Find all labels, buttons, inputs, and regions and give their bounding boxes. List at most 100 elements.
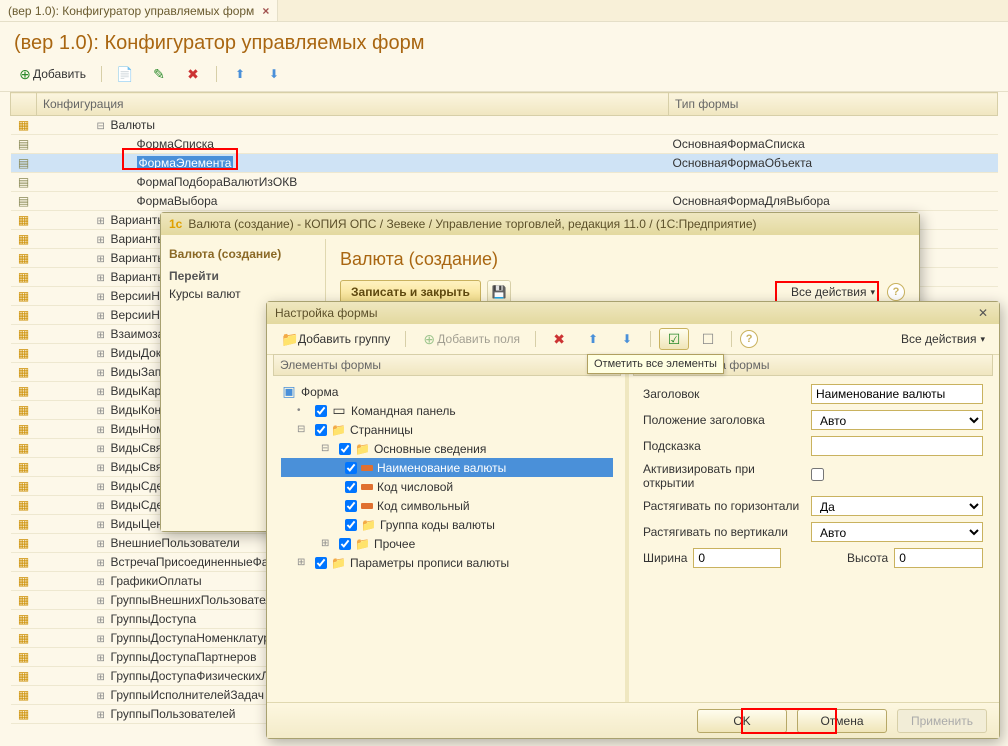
tree-checkbox[interactable]: [345, 462, 357, 474]
move-up-button[interactable]: ⬆: [578, 328, 608, 350]
table-row[interactable]: ▤ ФормаЭлемента ОсновнаяФормаОбъекта: [11, 154, 998, 173]
tree-node-form[interactable]: ▣Форма: [281, 382, 613, 401]
prop-hint-input[interactable]: [811, 436, 983, 456]
move-up-button[interactable]: ⬆: [225, 63, 255, 85]
copy-button[interactable]: 📄: [110, 63, 140, 85]
tree-checkbox[interactable]: [315, 405, 327, 417]
modal-titlebar[interactable]: 1с Валюта (создание) - КОПИЯ ОПС / Зевек…: [161, 213, 919, 235]
table-row[interactable]: ▤ ФормаСписка ОсновнаяФормаСписка: [11, 135, 998, 154]
expand-icon[interactable]: ⊞: [97, 691, 107, 702]
add-group-button[interactable]: 📁 Добавить группу: [275, 328, 397, 350]
col-config[interactable]: Конфигурация: [37, 93, 669, 116]
expand-icon[interactable]: ⊞: [97, 235, 107, 246]
grid-icon: ▦: [18, 574, 29, 588]
prop-width-input[interactable]: [693, 548, 781, 568]
expand-icon[interactable]: ⊞: [97, 349, 107, 360]
tree-node-code-sym[interactable]: Код символьный: [281, 496, 613, 515]
move-down-button[interactable]: ⬇: [612, 328, 642, 350]
expand-icon[interactable]: ⊞: [97, 273, 107, 284]
tree-checkbox[interactable]: [339, 443, 351, 455]
tree-node-params[interactable]: ⊞📁Параметры прописи валюты: [281, 553, 613, 572]
grid-icon: ▦: [18, 270, 29, 284]
tree-checkbox[interactable]: [315, 424, 327, 436]
tree-checkbox[interactable]: [345, 481, 357, 493]
form-elements-tree[interactable]: ▣Форма •▭Командная панель ⊟📁Странницы ⊟📁…: [273, 376, 621, 578]
expand-icon[interactable]: ⊞: [97, 444, 107, 455]
tree-node-group-codes[interactable]: 📁Группа коды валюты: [281, 515, 613, 534]
prop-titlepos-select[interactable]: Авто: [811, 410, 983, 430]
modal-footer: OK Отмена Применить: [267, 702, 999, 738]
tree-checkbox[interactable]: [315, 557, 327, 569]
close-icon[interactable]: ×: [262, 4, 269, 18]
table-row[interactable]: ▤ ФормаВыбора ОсновнаяФормаДляВыбора: [11, 192, 998, 211]
collapse-icon[interactable]: ⊟: [97, 121, 107, 132]
prop-stretch-h-select[interactable]: Да: [811, 496, 983, 516]
tree-node-cmd[interactable]: •▭Командная панель: [281, 401, 613, 420]
close-window-icon[interactable]: ✕: [975, 306, 991, 320]
tree-node-other[interactable]: ⊞📁Прочее: [281, 534, 613, 553]
table-row[interactable]: ▦ ⊟Валюты: [11, 116, 998, 135]
splitter[interactable]: [625, 354, 629, 702]
expand-icon[interactable]: ⊞: [97, 311, 107, 322]
collapse-icon[interactable]: ⊟: [297, 424, 307, 435]
expand-icon[interactable]: ⊞: [97, 634, 107, 645]
prop-stretch-v-select[interactable]: Авто: [811, 522, 983, 542]
all-actions-dropdown[interactable]: Все действия ▾: [895, 328, 991, 350]
tree-node-code-num[interactable]: Код числовой: [281, 477, 613, 496]
tab-configurator[interactable]: (вер 1.0): Конфигуратор управляемых форм…: [0, 0, 278, 21]
grid-icon: ▦: [18, 631, 29, 645]
col-type[interactable]: Тип формы: [669, 93, 998, 116]
tree-node-main[interactable]: ⊟📁Основные сведения: [281, 439, 613, 458]
modal-titlebar[interactable]: Настройка формы ✕: [267, 302, 999, 324]
all-actions-dropdown[interactable]: Все действия ▾: [785, 281, 881, 303]
expand-icon[interactable]: ⊞: [97, 615, 107, 626]
tree-checkbox[interactable]: [345, 519, 357, 531]
expand-icon[interactable]: ⊞: [97, 577, 107, 588]
expand-icon[interactable]: ⊞: [97, 292, 107, 303]
expand-icon[interactable]: ⊞: [97, 653, 107, 664]
collapse-icon[interactable]: ⊟: [321, 443, 331, 454]
help-icon[interactable]: ?: [740, 330, 758, 348]
expand-icon[interactable]: ⊞: [97, 387, 107, 398]
expand-icon[interactable]: ⊞: [297, 557, 307, 568]
delete-button[interactable]: ✖: [544, 328, 574, 350]
expand-icon[interactable]: ⊞: [97, 596, 107, 607]
prop-title-input[interactable]: [811, 384, 983, 404]
expand-icon[interactable]: ⊞: [97, 482, 107, 493]
move-down-button[interactable]: ⬇: [259, 63, 289, 85]
expand-icon[interactable]: ⊞: [97, 501, 107, 512]
expand-icon[interactable]: ⊞: [97, 558, 107, 569]
prop-activate-checkbox[interactable]: [811, 468, 824, 481]
prop-height-input[interactable]: [894, 548, 983, 568]
separator: [405, 331, 406, 347]
add-button[interactable]: ⊕ Добавить: [10, 63, 93, 85]
grid-icon: ▦: [18, 232, 29, 246]
expand-icon[interactable]: ⊞: [97, 254, 107, 265]
add-fields-button[interactable]: ⊕ Добавить поля: [414, 328, 527, 350]
nav-link-rates[interactable]: Курсы валют: [169, 287, 317, 301]
expand-icon[interactable]: ⊞: [97, 406, 107, 417]
tree-node-pages[interactable]: ⊟📁Странницы: [281, 420, 613, 439]
expand-icon[interactable]: ⊞: [97, 539, 107, 550]
tree-checkbox[interactable]: [339, 538, 351, 550]
ok-button[interactable]: OK: [697, 709, 787, 733]
help-icon[interactable]: ?: [887, 283, 905, 301]
expand-icon[interactable]: ⊞: [321, 538, 331, 549]
uncheck-all-button[interactable]: ☐: [693, 328, 723, 350]
expand-icon[interactable]: ⊞: [97, 672, 107, 683]
table-row[interactable]: ▤ ФормаПодбораВалютИзОКВ: [11, 173, 998, 192]
tree-checkbox[interactable]: [345, 500, 357, 512]
expand-icon[interactable]: ⊞: [97, 216, 107, 227]
expand-icon[interactable]: ⊞: [97, 463, 107, 474]
apply-button[interactable]: Применить: [897, 709, 987, 733]
tree-node-name[interactable]: Наименование валюты: [281, 458, 613, 477]
delete-button[interactable]: ✖: [178, 63, 208, 85]
edit-button[interactable]: ✎: [144, 63, 174, 85]
expand-icon[interactable]: ⊞: [97, 330, 107, 341]
cancel-button[interactable]: Отмена: [797, 709, 887, 733]
expand-icon[interactable]: ⊞: [97, 520, 107, 531]
expand-icon[interactable]: ⊞: [97, 368, 107, 379]
check-all-button[interactable]: ☑: [659, 328, 689, 350]
expand-icon[interactable]: ⊞: [97, 710, 107, 721]
expand-icon[interactable]: ⊞: [97, 425, 107, 436]
